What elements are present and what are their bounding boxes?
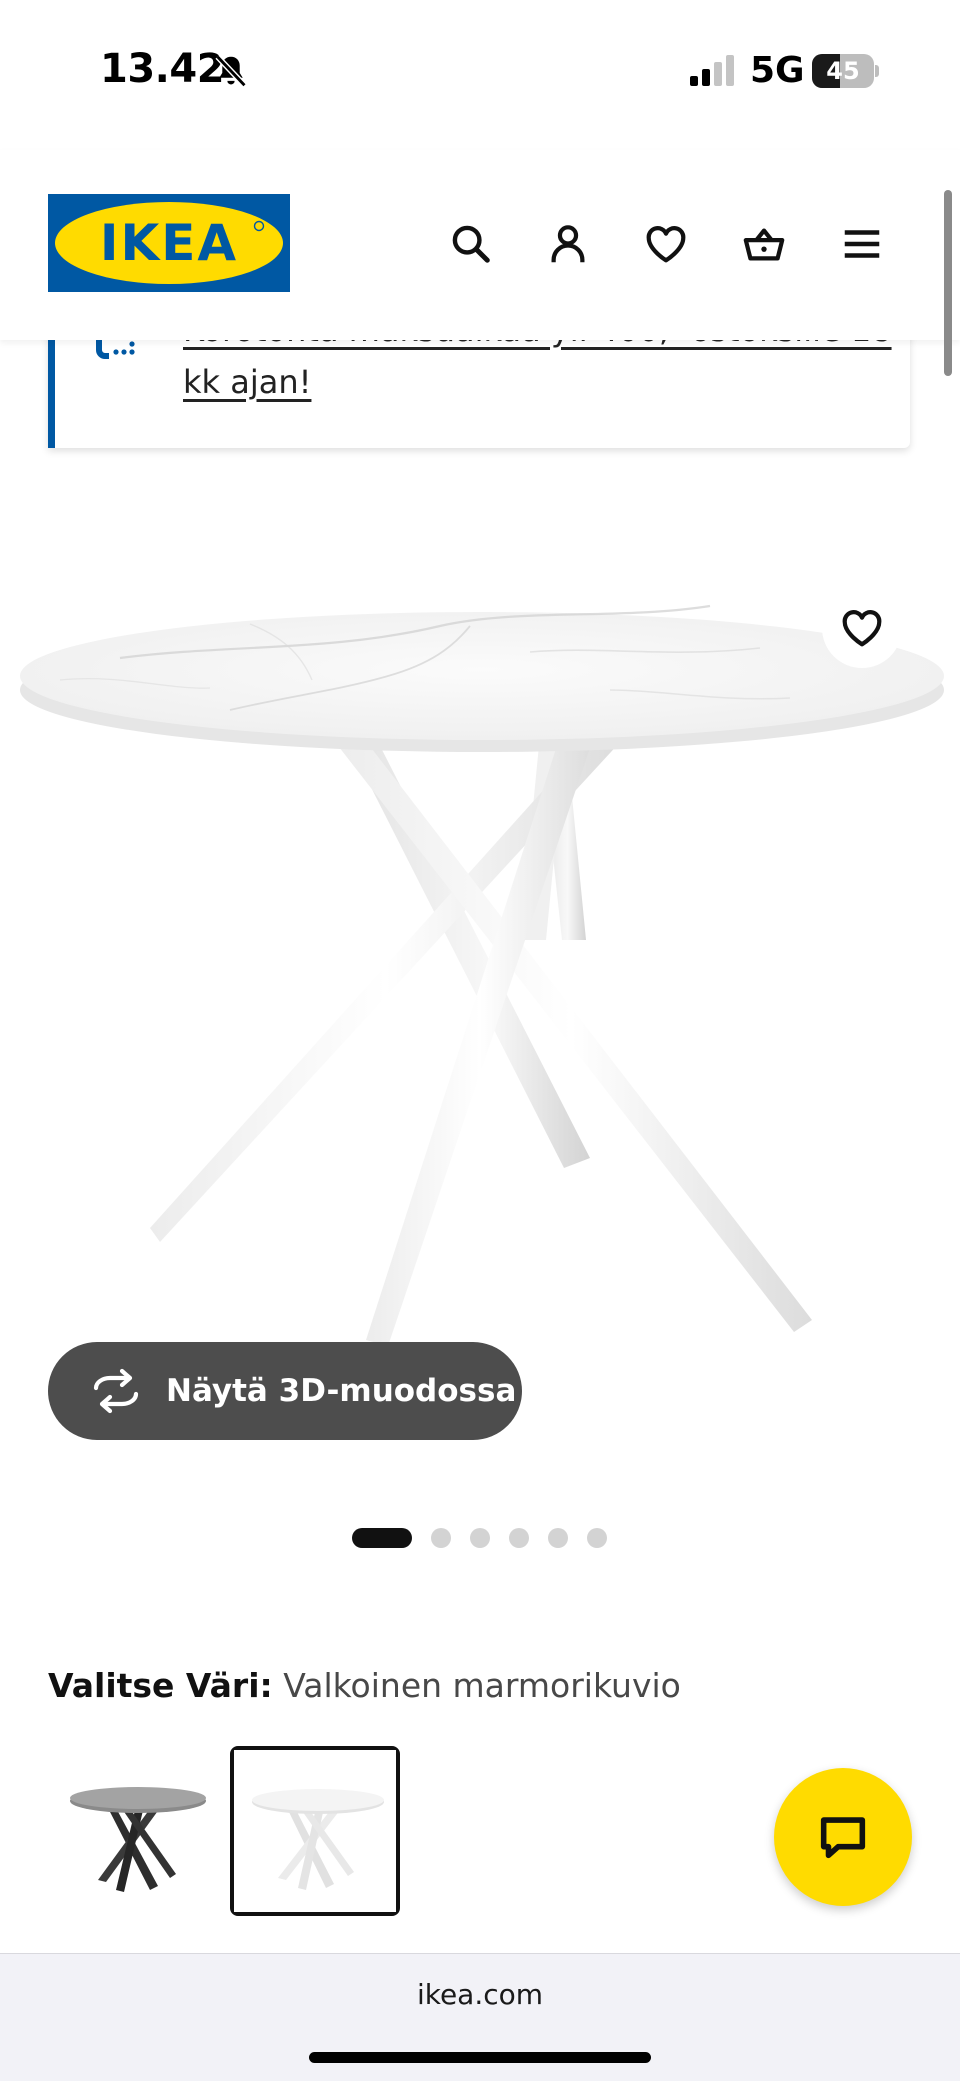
url-label[interactable]: ikea.com [0,1978,960,2011]
basket-icon [743,228,785,261]
colour-swatch-grey[interactable] [50,1746,220,1916]
home-indicator [309,2052,651,2063]
browser-address-bar[interactable]: ikea.com [0,1953,960,2081]
carousel-dot-active[interactable] [352,1528,412,1548]
account-icon [551,225,585,263]
bell-slash-icon [215,54,247,88]
battery-icon: 45 [812,54,879,88]
chat-icon [820,1817,866,1859]
logo-text: IKEA [100,214,238,272]
status-time: 13.42 [100,46,225,92]
status-bar: 13.42 5G 45 [0,0,960,150]
image-carousel-dots [352,1527,607,1549]
cellular-signal-icon [690,55,734,86]
site-header: IKEA [0,150,960,340]
carousel-dot[interactable] [431,1528,451,1548]
view-3d-button[interactable]: Näytä 3D-muodossa [48,1342,522,1440]
network-type: 5G [750,50,805,91]
rotate-3d-icon [93,1368,139,1414]
ikea-logo[interactable]: IKEA [48,194,290,292]
carousel-dot[interactable] [470,1528,490,1548]
heart-icon [842,610,882,647]
account-button[interactable] [542,218,594,270]
search-button[interactable] [445,218,497,270]
colour-value: Valkoinen marmorikuvio [283,1666,681,1705]
basket-button[interactable] [738,218,790,270]
carousel-dot[interactable] [509,1528,529,1548]
product-favourite-button[interactable] [822,588,902,668]
page-scrollbar[interactable] [944,190,952,376]
colour-swatch-white-marble[interactable] [230,1746,400,1916]
chat-button[interactable] [774,1768,912,1906]
carousel-dot[interactable] [548,1528,568,1548]
product-image[interactable] [0,540,960,1480]
carousel-dot[interactable] [587,1528,607,1548]
table-illustration [20,604,944,1346]
colour-label: Valitse Väri: [48,1666,273,1705]
view-3d-label: Näytä 3D-muodossa [166,1373,517,1409]
menu-button[interactable] [836,218,888,270]
favourites-button[interactable] [640,218,692,270]
colour-selector-label: Valitse Väri: Valkoinen marmorikuvio [48,1666,681,1705]
menu-icon [844,230,880,258]
heart-icon [646,226,686,263]
battery-level: 45 [826,57,860,85]
search-icon [452,225,490,263]
